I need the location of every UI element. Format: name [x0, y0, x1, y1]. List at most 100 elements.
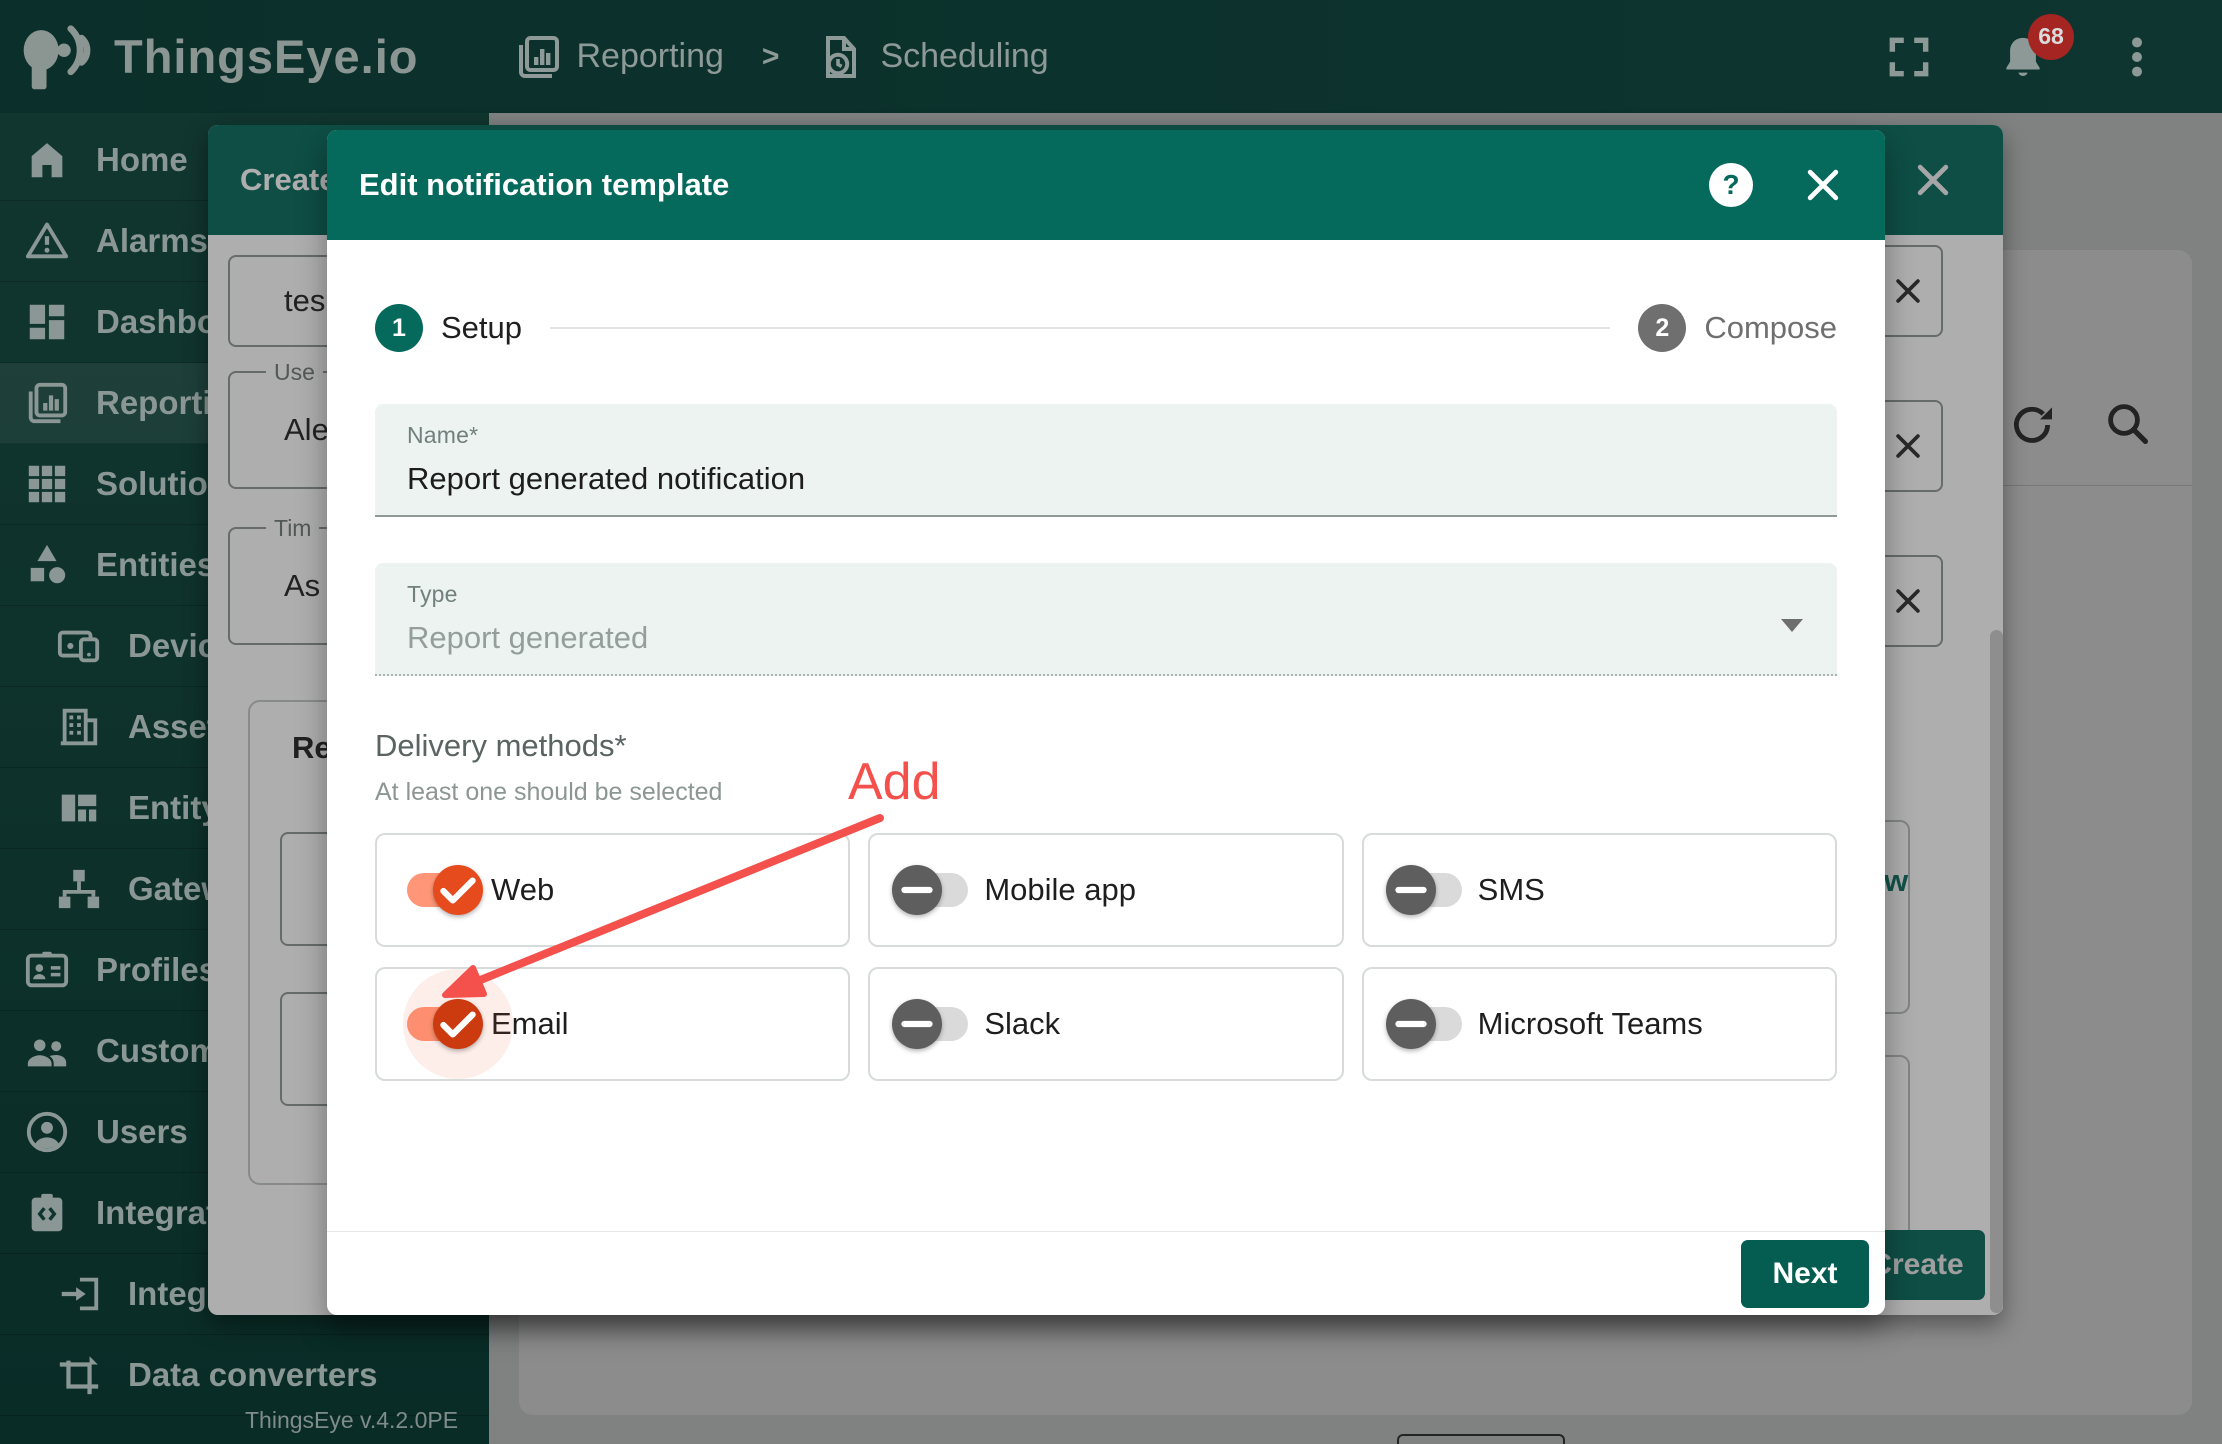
delivery-methods-hint: At least one should be selected	[375, 778, 1837, 807]
delivery-methods-grid: Web Mobile app SMS Email Slack Microsoft Team…	[375, 833, 1837, 1081]
scrollbar[interactable]	[1990, 630, 2003, 1313]
edit-dialog-footer: Next	[327, 1231, 1885, 1315]
notification-badge: 68	[2028, 14, 2074, 60]
brand-title: ThingsEye.io	[114, 29, 419, 84]
sidebar-item-label: Entities	[96, 546, 215, 584]
step-setup-number[interactable]: 1	[375, 304, 423, 352]
breadcrumb: Reporting > Scheduling	[514, 33, 1049, 81]
bell-icon	[1998, 69, 2048, 86]
sidebar-item-label: Users	[96, 1113, 188, 1151]
users-icon	[24, 1109, 70, 1155]
close-icon	[1911, 189, 1955, 206]
web-toggle[interactable]	[407, 873, 475, 907]
sidebar-item-data-converters[interactable]: Data converters	[0, 1335, 489, 1416]
app: ThingsEye.io Reporting > Scheduling 68 H…	[0, 0, 2222, 1444]
stepper-line	[550, 327, 1610, 329]
edit-notification-template-dialog: Edit notification template ? 1Setup2Comp…	[327, 130, 1885, 1315]
edit-dialog-close-button[interactable]	[1801, 163, 1845, 207]
sidebar-item-label: Alarms	[96, 222, 208, 260]
breadcrumb-scheduling-label: Scheduling	[880, 37, 1048, 76]
edit-dialog-title: Edit notification template	[359, 167, 729, 203]
topbar: ThingsEye.io Reporting > Scheduling 68	[0, 0, 2222, 113]
integration-icon	[24, 1190, 70, 1236]
delivery-method-label: Mobile app	[984, 872, 1136, 908]
type-select[interactable]: Type Report generated	[375, 563, 1837, 676]
close-icon	[1891, 450, 1925, 467]
delivery-method-label: Microsoft Teams	[1478, 1006, 1703, 1042]
thingseye-logo-icon	[14, 22, 106, 92]
delivery-method-slack[interactable]: Slack	[868, 967, 1343, 1081]
close-icon	[1891, 605, 1925, 622]
sidebar-item-label: Profiles	[96, 951, 217, 989]
breadcrumb-scheduling[interactable]: Scheduling	[817, 33, 1048, 81]
clear-field-button[interactable]	[1891, 429, 1925, 463]
profiles-icon	[24, 947, 70, 993]
integrations-icon	[56, 1271, 102, 1317]
step-setup-label: Setup	[441, 310, 522, 346]
mobile-app-toggle[interactable]	[900, 873, 968, 907]
delivery-method-label: SMS	[1478, 872, 1545, 908]
field-value: As	[284, 568, 320, 604]
microsoft-teams-toggle[interactable]	[1394, 1007, 1462, 1041]
teal-link-fragment[interactable]: w	[1884, 863, 1908, 899]
create-dialog-close-button[interactable]	[1911, 158, 1955, 202]
sidebar-item-label: Data converters	[128, 1356, 377, 1394]
delivery-method-label: Web	[491, 872, 554, 908]
clear-field-button[interactable]	[1891, 274, 1925, 308]
field-value: tes	[284, 283, 325, 319]
slack-toggle[interactable]	[900, 1007, 968, 1041]
fullscreen-button[interactable]	[1884, 32, 1934, 82]
reporting-icon	[24, 380, 70, 426]
delivery-method-label: Slack	[984, 1006, 1060, 1042]
home-icon	[24, 137, 70, 183]
delivery-method-microsoft-teams[interactable]: Microsoft Teams	[1362, 967, 1837, 1081]
minus-icon	[892, 865, 942, 915]
delivery-method-sms[interactable]: SMS	[1362, 833, 1837, 947]
field-label: Tim	[266, 515, 319, 542]
notifications-button[interactable]: 68	[1998, 32, 2048, 82]
edit-dialog-header: Edit notification template ?	[327, 130, 1885, 240]
stepper: 1Setup2Compose	[375, 304, 1837, 352]
minus-icon	[1386, 865, 1436, 915]
entity-views-icon	[56, 785, 102, 831]
name-field[interactable]: Name* Report generated notification	[375, 404, 1837, 517]
delivery-method-email[interactable]: Email	[375, 967, 850, 1081]
close-icon	[1801, 194, 1845, 211]
sms-toggle[interactable]	[1394, 873, 1462, 907]
section-label: Re	[292, 730, 332, 766]
delivery-method-label: Email	[491, 1006, 569, 1042]
name-field-label: Name*	[407, 422, 1805, 449]
minus-icon	[892, 999, 942, 1049]
field-value: Ale	[284, 412, 329, 448]
breadcrumb-separator: >	[762, 40, 780, 74]
topbar-actions: 68	[1884, 32, 2222, 82]
fullscreen-icon	[1884, 69, 1934, 86]
customers-icon	[24, 1028, 70, 1074]
name-field-value: Report generated notification	[407, 461, 1805, 497]
delivery-methods-title: Delivery methods*	[375, 728, 1837, 764]
check-icon	[433, 999, 483, 1049]
breadcrumb-reporting[interactable]: Reporting	[514, 33, 724, 81]
gateways-icon	[56, 866, 102, 912]
clear-field-button[interactable]	[1891, 584, 1925, 618]
field-label: Use	[266, 359, 323, 386]
delivery-method-mobile-app[interactable]: Mobile app	[868, 833, 1343, 947]
type-select-label: Type	[407, 581, 1805, 608]
app-version: ThingsEye v.4.2.0PE	[245, 1407, 458, 1434]
devices-icon	[56, 623, 102, 669]
annotation-add-label: Add	[848, 752, 941, 812]
solution-icon	[24, 461, 70, 507]
chevron-down-icon	[1781, 619, 1803, 632]
sidebar-item-label: Home	[96, 141, 188, 179]
step-compose-number[interactable]: 2	[1638, 304, 1686, 352]
email-toggle[interactable]	[407, 1007, 475, 1041]
reporting-icon	[514, 33, 562, 81]
delivery-method-web[interactable]: Web	[375, 833, 850, 947]
close-icon	[1891, 295, 1925, 312]
dashboards-icon	[24, 299, 70, 345]
entities-icon	[24, 542, 70, 588]
next-button[interactable]: Next	[1741, 1240, 1869, 1308]
help-button[interactable]: ?	[1709, 163, 1753, 207]
more-menu-button[interactable]	[2112, 32, 2162, 82]
check-icon	[433, 865, 483, 915]
